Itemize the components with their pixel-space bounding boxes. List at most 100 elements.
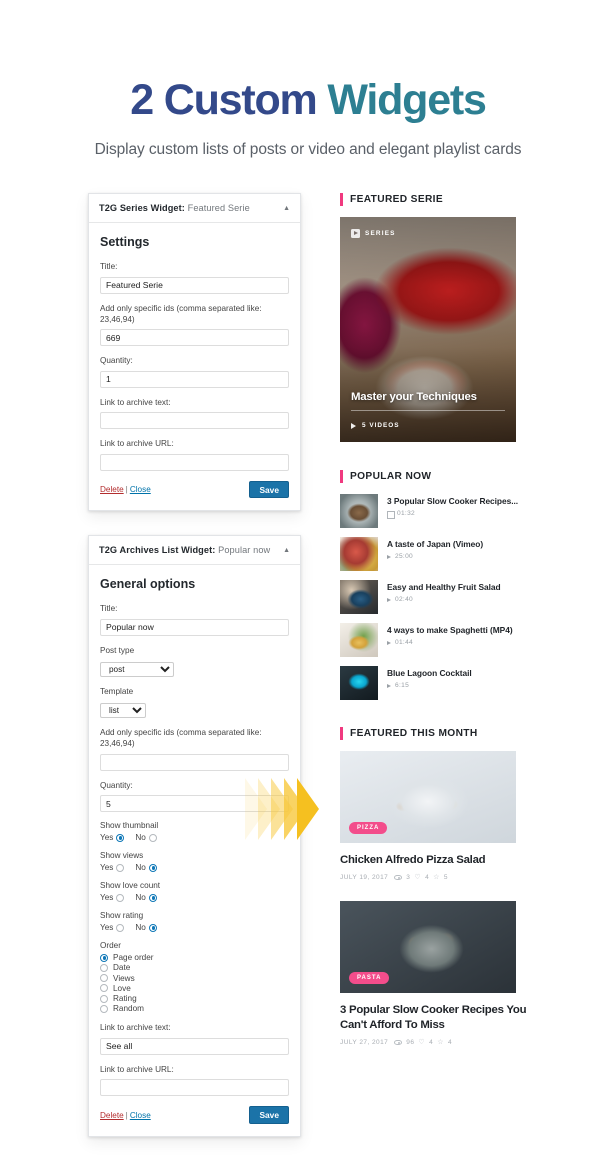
radio-icon[interactable]	[100, 963, 108, 972]
post-type-select[interactable]: post	[100, 662, 174, 678]
featured-post-card[interactable]: PIZZA Chicken Alfredo Pizza Salad JULY 1…	[340, 751, 528, 881]
radio-icon[interactable]	[100, 974, 108, 983]
show-thumbnail-no[interactable]: No	[135, 833, 157, 842]
playlist-icon	[351, 229, 360, 239]
radio-icon[interactable]	[148, 923, 157, 932]
radio-icon[interactable]	[148, 893, 157, 902]
category-badge[interactable]: PASTA	[349, 972, 390, 985]
featured-post-title[interactable]: Chicken Alfredo Pizza Salad	[340, 853, 528, 867]
widget-series-body: Settings Title: Add only specific ids (c…	[89, 223, 300, 510]
featured-serie-heading: FEATURED SERIE	[340, 193, 528, 207]
archives-save-button[interactable]: Save	[249, 1106, 289, 1124]
archives-delete-link[interactable]: Delete	[100, 1111, 124, 1120]
list-item-title: Easy and Healthy Fruit Salad	[387, 582, 501, 593]
show-views-no-text: No	[135, 863, 146, 873]
show-views-no[interactable]: No	[135, 863, 157, 873]
show-thumbnail-yes[interactable]: Yes	[100, 833, 125, 842]
radio-icon[interactable]	[100, 994, 108, 1003]
widget-archives-header[interactable]: T2G Archives List Widget: Popular now ▲	[89, 536, 300, 566]
field-series-title-label: Title:	[100, 262, 118, 272]
toggle-show-views-label: Show views	[100, 851, 144, 861]
radio-icon[interactable]	[116, 893, 125, 902]
list-item[interactable]: A taste of Japan (Vimeo) 25:00	[340, 537, 528, 572]
radio-icon[interactable]	[116, 863, 125, 872]
featured-serie-card[interactable]: SERIES Master your Techniques 5 VIDEOS	[340, 217, 516, 443]
archives-close-link[interactable]: Close	[130, 1111, 151, 1120]
template-select[interactable]: list	[100, 703, 146, 719]
heart-icon: ♡	[414, 874, 422, 882]
radio-icon[interactable]	[116, 923, 125, 932]
list-item-body: 3 Popular Slow Cooker Recipes... 01:32	[387, 494, 519, 519]
show-love-no[interactable]: No	[135, 893, 157, 902]
featured-post-card[interactable]: PASTA 3 Popular Slow Cooker Recipes You …	[340, 901, 528, 1046]
field-template: Template list	[100, 686, 289, 719]
list-item-title: 3 Popular Slow Cooker Recipes...	[387, 496, 519, 507]
show-views-yes[interactable]: Yes	[100, 863, 125, 872]
series-save-button[interactable]: Save	[249, 481, 289, 499]
series-archive-text-input[interactable]	[100, 412, 289, 430]
widget-series: T2G Series Widget: Featured Serie ▲ Sett…	[88, 193, 301, 512]
series-close-link[interactable]: Close	[130, 485, 151, 494]
archives-archive-text-input[interactable]	[100, 1037, 289, 1055]
category-badge[interactable]: PIZZA	[349, 822, 388, 835]
show-rating-yes[interactable]: Yes	[100, 923, 125, 932]
order-option-label: Views	[113, 973, 135, 983]
order-option-page-order[interactable]: Page order	[100, 953, 289, 962]
chevron-up-icon[interactable]: ▲	[283, 205, 290, 212]
featured-post-title[interactable]: 3 Popular Slow Cooker Recipes You Can't …	[340, 1003, 528, 1032]
radio-icon[interactable]	[116, 833, 125, 842]
widget-series-header[interactable]: T2G Series Widget: Featured Serie ▲	[89, 194, 300, 224]
order-option-label: Random	[113, 1004, 144, 1014]
radio-icon[interactable]	[100, 953, 108, 962]
heart-icon: ♡	[418, 1038, 426, 1046]
featured-post-loves: 4	[425, 874, 430, 882]
archives-quantity-input[interactable]	[100, 795, 289, 813]
featured-this-month-heading-text: FEATURED THIS MONTH	[350, 728, 478, 740]
list-item[interactable]: Easy and Healthy Fruit Salad 02:40	[340, 580, 528, 615]
list-item[interactable]: 4 ways to make Spaghetti (MP4) 01:44	[340, 623, 528, 658]
field-archives-title: Title:	[100, 603, 289, 636]
list-item-meta: 01:44	[387, 639, 513, 646]
archives-archive-url-input[interactable]	[100, 1079, 289, 1097]
series-ids-input[interactable]	[100, 329, 289, 347]
field-post-type-label: Post type	[100, 645, 135, 655]
list-item[interactable]: Blue Lagoon Cocktail 6:15	[340, 666, 528, 701]
chevron-up-icon[interactable]: ▲	[283, 547, 290, 554]
page-title-part2: Widgets	[327, 76, 487, 124]
order-option-label: Page order	[113, 953, 154, 963]
order-option-love[interactable]: Love	[100, 984, 289, 993]
list-item-title: Blue Lagoon Cocktail	[387, 668, 472, 679]
toggle-show-views-options: Yes No	[100, 863, 289, 872]
list-item[interactable]: 3 Popular Slow Cooker Recipes... 01:32	[340, 494, 528, 529]
list-item-duration: 01:32	[397, 510, 416, 518]
order-option-random[interactable]: Random	[100, 1004, 289, 1013]
radio-icon[interactable]	[148, 863, 157, 872]
show-love-yes[interactable]: Yes	[100, 893, 125, 902]
archives-title-input[interactable]	[100, 618, 289, 636]
radio-icon[interactable]	[148, 833, 157, 842]
widget-series-header-bold: T2G Series Widget:	[99, 203, 185, 214]
field-template-label: Template	[100, 687, 134, 697]
order-option-views[interactable]: Views	[100, 974, 289, 983]
order-option-date[interactable]: Date	[100, 963, 289, 972]
series-quantity-input[interactable]	[100, 370, 289, 388]
series-title-input[interactable]	[100, 276, 289, 294]
eye-icon	[394, 875, 403, 881]
serie-badge-text: SERIES	[365, 230, 396, 238]
widget-archives-header-light: Popular now	[215, 545, 271, 556]
radio-icon[interactable]	[100, 1004, 108, 1013]
page-subtitle: Display custom lists of posts or video a…	[94, 141, 522, 159]
field-archives-archive-text: Link to archive text:	[100, 1022, 289, 1055]
field-series-archive-text-label: Link to archive text:	[100, 397, 171, 407]
series-archive-url-input[interactable]	[100, 454, 289, 472]
order-option-rating[interactable]: Rating	[100, 994, 289, 1003]
show-rating-no[interactable]: No	[135, 923, 157, 932]
series-delete-link[interactable]: Delete	[100, 485, 124, 494]
page-title: 2 Custom Widgets	[0, 76, 616, 124]
widget-series-header-text: T2G Series Widget: Featured Serie	[99, 203, 250, 213]
list-item-title: A taste of Japan (Vimeo)	[387, 539, 484, 550]
archives-ids-input[interactable]	[100, 753, 289, 771]
radio-icon[interactable]	[100, 984, 108, 993]
widget-archives-header-bold: T2G Archives List Widget:	[99, 545, 216, 556]
series-link-separator: |	[125, 485, 128, 495]
